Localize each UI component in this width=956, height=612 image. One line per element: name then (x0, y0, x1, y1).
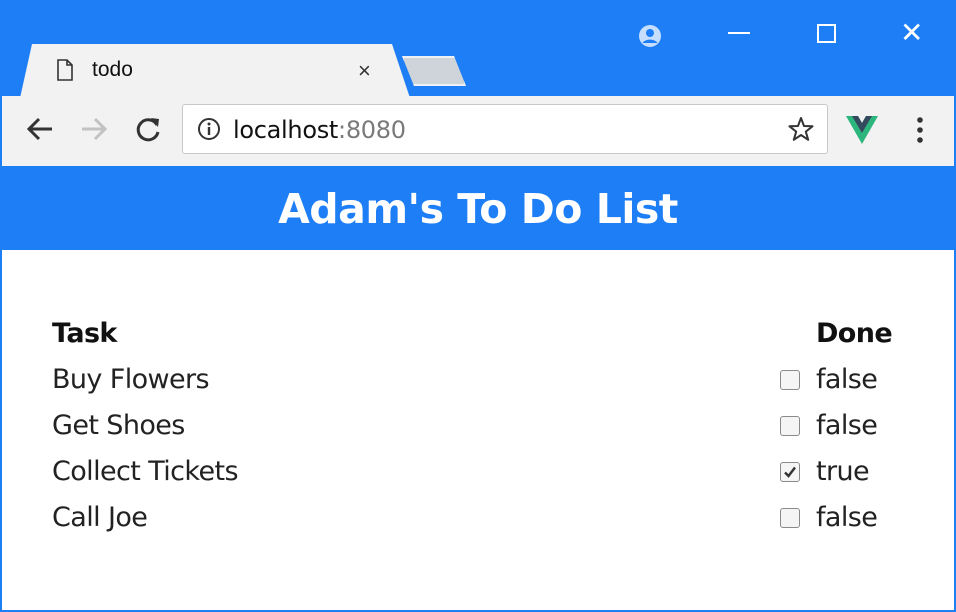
header-done: Done (816, 318, 893, 349)
page-icon (57, 59, 73, 81)
url-port: :8080 (338, 116, 406, 144)
browser-window: todo × ✕ localhost:8080 Adam's To Do Lis… (0, 0, 956, 612)
tab-todo[interactable]: todo × (20, 44, 410, 98)
header-task: Task (52, 318, 117, 349)
browser-toolbar: localhost:8080 (2, 96, 954, 166)
done-cell: true (816, 456, 870, 487)
forward-icon[interactable] (80, 116, 108, 142)
url-host: localhost (233, 116, 339, 144)
reload-icon[interactable] (134, 116, 162, 144)
task-cell: Collect Tickets (52, 456, 239, 487)
done-checkbox[interactable] (780, 462, 800, 482)
table-body: Buy Flowers false Get Shoes false Collect Ti… (52, 358, 896, 542)
done-cell: false (816, 364, 878, 395)
done-checkbox[interactable] (780, 370, 800, 390)
task-cell: Buy Flowers (52, 364, 210, 395)
page-title: Adam's To Do List (278, 185, 678, 233)
table-row: Get Shoes false (52, 404, 896, 450)
profile-icon[interactable] (638, 24, 662, 48)
done-checkbox[interactable] (780, 416, 800, 436)
star-icon[interactable] (787, 115, 815, 143)
menu-icon[interactable] (916, 116, 924, 144)
table-row: Call Joe false (52, 496, 896, 542)
tab-title: todo (92, 58, 133, 81)
table-header-row: Task Done (52, 312, 896, 358)
back-icon[interactable] (26, 116, 54, 142)
checkmark-icon (784, 466, 796, 478)
table-row: Collect Tickets true (52, 450, 896, 496)
page-header: Adam's To Do List (2, 166, 954, 250)
done-cell: false (816, 502, 878, 533)
maximize-icon[interactable] (817, 24, 836, 43)
task-cell: Get Shoes (52, 410, 185, 441)
done-cell: false (816, 410, 878, 441)
minimize-icon[interactable] (728, 32, 750, 34)
todo-table: Task Done Buy Flowers false Get Shoes false… (52, 312, 896, 542)
tab-close-icon[interactable]: × (358, 58, 371, 84)
address-bar[interactable]: localhost:8080 (182, 104, 828, 154)
vue-extension-icon[interactable] (846, 116, 878, 144)
new-tab-button[interactable] (402, 56, 466, 86)
url-text: localhost:8080 (233, 116, 406, 144)
title-bar: todo × ✕ (2, 0, 954, 98)
close-icon[interactable]: ✕ (900, 18, 923, 48)
table-row: Buy Flowers false (52, 358, 896, 404)
info-icon[interactable] (197, 117, 221, 141)
done-checkbox[interactable] (780, 508, 800, 528)
task-cell: Call Joe (52, 502, 148, 533)
